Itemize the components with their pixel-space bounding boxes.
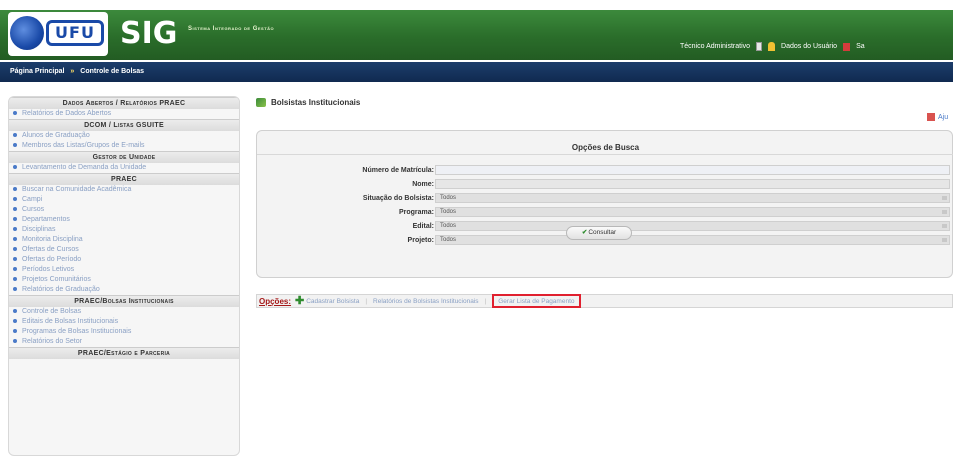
register-scholar-link[interactable]: Cadastrar Bolsista [306,298,359,305]
consult-button[interactable]: ✔Consultar [566,226,632,240]
breadcrumb: Página Principal » Controle de Bolsas [0,62,953,82]
bullet-icon [13,133,17,138]
sidebar-item[interactable]: Relatórios de Graduação [9,285,239,295]
sidebar-item[interactable]: Ofertas de Cursos [9,245,239,255]
generate-payment-list-link[interactable]: Gerar Lista de Pagamento [492,294,581,308]
module-menu-icon[interactable] [756,42,763,51]
sidebar: Dados Abertos / Relatórios PRAEC Relatór… [8,96,240,456]
app-title: SIG [120,16,178,51]
bullet-icon [13,287,17,292]
situacao-select[interactable]: Todos [435,193,950,203]
bullet-icon [13,339,17,344]
scholarship-icon [256,98,266,107]
bullet-icon [13,207,17,212]
bullet-icon [13,277,17,282]
exit-icon[interactable] [843,42,851,51]
field-label: Edital: [412,223,434,230]
sidebar-section-title: PRAEC [9,173,239,185]
bullet-icon [13,165,17,170]
breadcrumb-separator: » [70,68,75,75]
help-icon [927,113,935,121]
field-label: Programa: [398,209,434,216]
matricula-input[interactable] [435,165,950,175]
bullet-icon [13,319,17,324]
field-label: Projeto: [407,237,434,244]
sidebar-item[interactable]: Ofertas do Período [9,255,239,265]
bullet-icon [13,217,17,222]
bullet-icon [13,329,17,334]
bullet-icon [13,237,17,242]
field-label: Número de Matrícula: [362,167,434,174]
options-label: Opções: [259,296,292,306]
bullet-icon [13,247,17,252]
consult-button-label: Consultar [588,229,617,236]
sidebar-item[interactable]: Monitoria Disciplina [9,235,239,245]
bullet-icon [13,197,17,202]
check-icon: ✔ [581,229,588,236]
sidebar-item[interactable]: Departamentos [9,215,239,225]
search-panel: Opções de Busca Número de Matrícula: Nom… [256,130,953,278]
sidebar-section-title: PRAEC/Estágio e Parceria [9,347,239,359]
help-link[interactable]: Aju [927,113,948,121]
edital-select[interactable]: Todos [435,221,950,231]
form-row-matricula: Número de Matrícula: [257,165,953,176]
sidebar-item[interactable]: Campi [9,195,239,205]
form-row-programa: Programa: Todos [257,207,953,218]
user-icon [768,42,776,51]
sidebar-item[interactable]: Períodos Letivos [9,265,239,275]
field-label: Nome: [412,181,434,188]
add-icon: ✚ [295,295,305,307]
ufu-logo-emblem-icon [10,16,44,50]
user-bar: Técnico Administrativo Dados do Usuário … [680,42,865,51]
header: UFU SIG Sistema Integrado de Gestão Técn… [0,0,953,62]
bullet-icon [13,257,17,262]
page-title: Bolsistas Institucionais [256,98,360,107]
sidebar-item[interactable]: Cursos [9,205,239,215]
help-label: Aju [938,113,949,121]
breadcrumb-current: Controle de Bolsas [80,68,145,75]
projeto-select[interactable]: Todos [435,235,950,245]
sidebar-section-title: Gestor de Unidade [9,151,239,163]
sidebar-item[interactable]: Relatórios de Dados Abertos [9,109,239,119]
sidebar-section-title: PRAEC/Bolsas Institucionais [9,295,239,307]
breadcrumb-home[interactable]: Página Principal [10,68,64,75]
page-title-text: Bolsistas Institucionais [271,98,361,107]
sidebar-section-title: DCOM / Listas GSUITE [9,119,239,131]
nome-input[interactable] [435,179,950,189]
divider: | [365,297,368,305]
sidebar-item[interactable]: Programas de Bolsas Institucionais [9,327,239,337]
form-row-situacao: Situação do Bolsista: Todos [257,193,953,204]
scholar-reports-link[interactable]: Relatórios de Bolsistas Institucionais [373,298,479,305]
form-row-nome: Nome: [257,179,953,190]
sidebar-item[interactable]: Editais de Bolsas Institucionais [9,317,239,327]
sidebar-item[interactable]: Relatórios do Setor [9,337,239,347]
ufu-logo-text: UFU [46,20,104,46]
bullet-icon [13,309,17,314]
sidebar-item[interactable]: Alunos de Graduação [9,131,239,141]
options-bar: Opções: ✚ Cadastrar Bolsista | Relatório… [256,294,953,308]
exit-link[interactable]: Sa [856,43,865,50]
sidebar-item[interactable]: Controle de Bolsas [9,307,239,317]
ufu-logo[interactable]: UFU [8,12,108,56]
sidebar-item[interactable]: Projetos Comunitários [9,275,239,285]
sidebar-item[interactable]: Buscar na Comunidade Acadêmica [9,185,239,195]
sidebar-item[interactable]: Membros das Listas/Grupos de E-mails [9,141,239,151]
sidebar-item[interactable]: Levantamento de Demanda da Unidade [9,163,239,173]
bullet-icon [13,227,17,232]
bullet-icon [13,143,17,148]
divider: | [484,297,487,305]
bullet-icon [13,111,17,116]
bullet-icon [13,267,17,272]
search-panel-title: Opções de Busca [257,141,953,155]
programa-select[interactable]: Todos [435,207,950,217]
app-subtitle: Sistema Integrado de Gestão [188,26,275,32]
user-role: Técnico Administrativo [680,43,751,50]
bullet-icon [13,187,17,192]
user-data-link[interactable]: Dados do Usuário [781,43,837,50]
field-label: Situação do Bolsista: [362,195,434,202]
sidebar-section-title: Dados Abertos / Relatórios PRAEC [9,97,239,109]
sidebar-item[interactable]: Disciplinas [9,225,239,235]
